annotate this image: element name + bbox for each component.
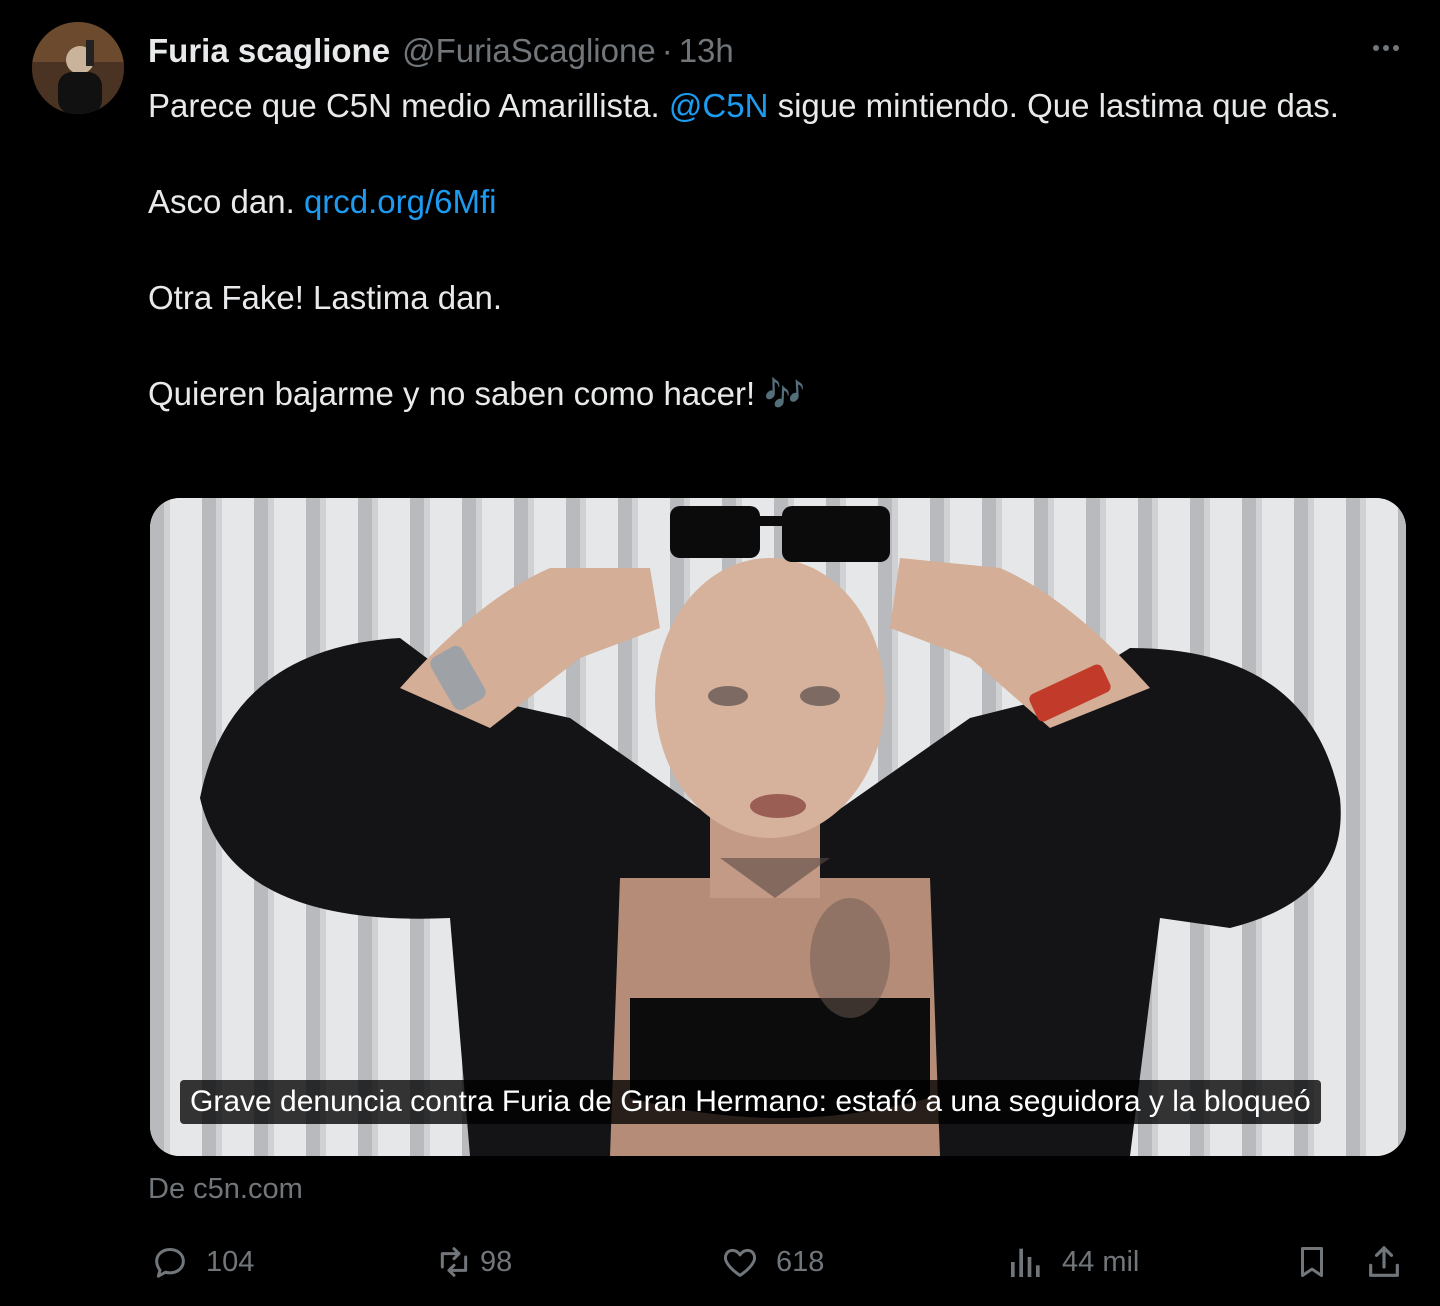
preview-image [150,498,1406,1156]
tweet-paragraph-4: Quieren bajarme y no saben como hacer! 🎶 [148,370,1408,418]
views-count: 44 mil [1062,1245,1140,1278]
tweet-text: Parece que C5N medio Amarillista. @C5N s… [148,82,1408,418]
reply-icon [148,1240,192,1284]
display-name[interactable]: Furia scaglione [148,32,390,70]
avatar[interactable] [32,22,124,114]
repost-count: 98 [480,1245,513,1278]
reply-button[interactable]: 104 [148,1234,254,1290]
reply-count: 104 [206,1245,255,1278]
more-button[interactable] [1364,30,1408,66]
tweet-paragraph-1: Parece que C5N medio Amarillista. @C5N s… [148,82,1408,130]
user-handle[interactable]: @FuriaScaglione [402,32,656,70]
views-icon [1004,1240,1048,1284]
link-source[interactable]: De c5n.com [148,1170,303,1208]
share-icon [1362,1240,1406,1284]
tweet-text-segment: sigue mintiendo. Que lastima que das. [768,87,1339,124]
bookmark-button[interactable] [1290,1234,1334,1290]
more-icon [1373,45,1379,51]
mention-link[interactable]: @C5N [669,87,769,124]
tweet-actions: 104 98 618 44 mil [148,1234,1410,1290]
repost-icon [432,1240,476,1284]
url-link[interactable]: qrcd.org/6Mfi [304,183,497,220]
bookmark-icon [1290,1240,1334,1284]
more-icon-dot [1383,45,1389,51]
tweet-text-segment: Parece que C5N medio Amarillista. [148,87,669,124]
timestamp[interactable]: 13h [679,32,734,70]
views-button[interactable]: 44 mil [1004,1234,1139,1290]
separator: · [661,32,673,69]
like-button[interactable]: 618 [718,1234,824,1290]
tweet-text-segment: Quieren bajarme y no saben como hacer! [148,375,765,412]
more-icon-dot [1393,45,1399,51]
share-button[interactable] [1362,1234,1406,1290]
heart-icon [718,1240,762,1284]
tweet-header: Furia scaglione @FuriaScaglione · 13h [148,28,734,74]
music-notes-emoji: 🎶 [764,375,806,412]
tweet-text-segment: Asco dan. [148,183,304,220]
tweet-paragraph-2: Asco dan. qrcd.org/6Mfi [148,178,1408,226]
preview-caption: Grave denuncia contra Furia de Gran Herm… [180,1080,1321,1124]
repost-button[interactable]: 98 [432,1234,512,1290]
like-count: 618 [776,1245,825,1278]
avatar-image [32,22,124,114]
link-preview-card[interactable]: Grave denuncia contra Furia de Gran Herm… [150,498,1406,1156]
tweet-paragraph-3: Otra Fake! Lastima dan. [148,279,502,316]
